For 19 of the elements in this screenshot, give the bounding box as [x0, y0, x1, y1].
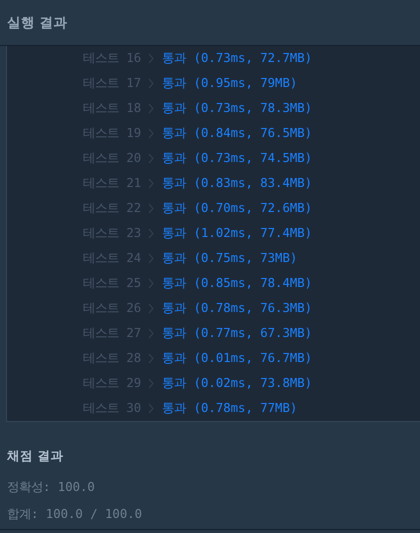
test-result: 통과 (0.84ms, 76.5MB): [162, 125, 312, 142]
test-result: 통과 (0.75ms, 73MB): [162, 250, 298, 267]
test-result: 통과 (0.73ms, 74.5MB): [162, 150, 312, 167]
test-result: 통과 (0.95ms, 79MB): [162, 75, 298, 92]
section-title: 채점 결과: [7, 448, 64, 465]
chevron-icon: [148, 253, 154, 264]
test-result: 통과 (0.77ms, 67.3MB): [162, 325, 312, 342]
test-result: 통과 (0.73ms, 72.7MB): [162, 50, 312, 67]
test-result: 통과 (0.85ms, 78.4MB): [162, 275, 312, 292]
test-result: 통과 (0.70ms, 72.6MB): [162, 200, 312, 217]
test-result: 통과 (0.73ms, 78.3MB): [162, 100, 312, 117]
score-line: 정확성: 100.0: [7, 479, 96, 496]
test-result: 통과 (1.02ms, 77.4MB): [162, 225, 312, 242]
test-result: 통과 (0.02ms, 73.8MB): [162, 375, 312, 392]
score-line: 합계: 100.0 / 100.0: [7, 506, 144, 523]
test-result: 통과 (0.78ms, 76.3MB): [162, 300, 312, 317]
test-result: 통과 (0.01ms, 76.7MB): [162, 350, 312, 367]
test-result: 통과 (0.83ms, 83.4MB): [162, 175, 312, 192]
test-result: 통과 (0.78ms, 77MB): [162, 400, 298, 417]
